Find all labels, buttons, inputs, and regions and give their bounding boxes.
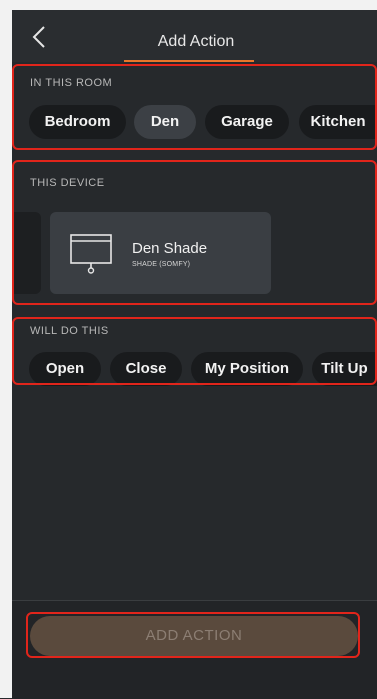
room-section-label: IN THIS ROOM — [30, 77, 113, 89]
shade-icon — [70, 233, 112, 275]
room-chip-bedroom[interactable]: Bedroom — [29, 105, 126, 139]
action-chip-my-position[interactable]: My Position — [191, 352, 303, 386]
device-section-label: THIS DEVICE — [30, 177, 105, 189]
chevron-left-icon[interactable] — [28, 22, 50, 52]
action-chip-tilt-up[interactable]: Tilt Up — [312, 352, 377, 386]
add-action-button[interactable]: ADD ACTION — [30, 616, 358, 656]
action-section-label: WILL DO THIS — [30, 325, 109, 337]
action-chip-close[interactable]: Close — [110, 352, 182, 386]
room-chip-garage[interactable]: Garage — [205, 105, 289, 139]
status-strip — [0, 0, 377, 10]
device-card-previous[interactable] — [12, 212, 41, 294]
room-chip-den[interactable]: Den — [134, 105, 196, 139]
room-chip-row: Bedroom Den Garage Kitchen — [0, 105, 377, 139]
action-chip-row: Open Close My Position Tilt Up — [0, 352, 377, 386]
device-name: Den Shade — [132, 240, 208, 257]
title-underline — [124, 60, 254, 62]
device-type: SHADE (SOMFY) — [132, 261, 191, 268]
page-title: Add Action — [157, 33, 235, 50]
room-chip-kitchen[interactable]: Kitchen — [299, 105, 377, 139]
action-chip-open[interactable]: Open — [29, 352, 101, 386]
